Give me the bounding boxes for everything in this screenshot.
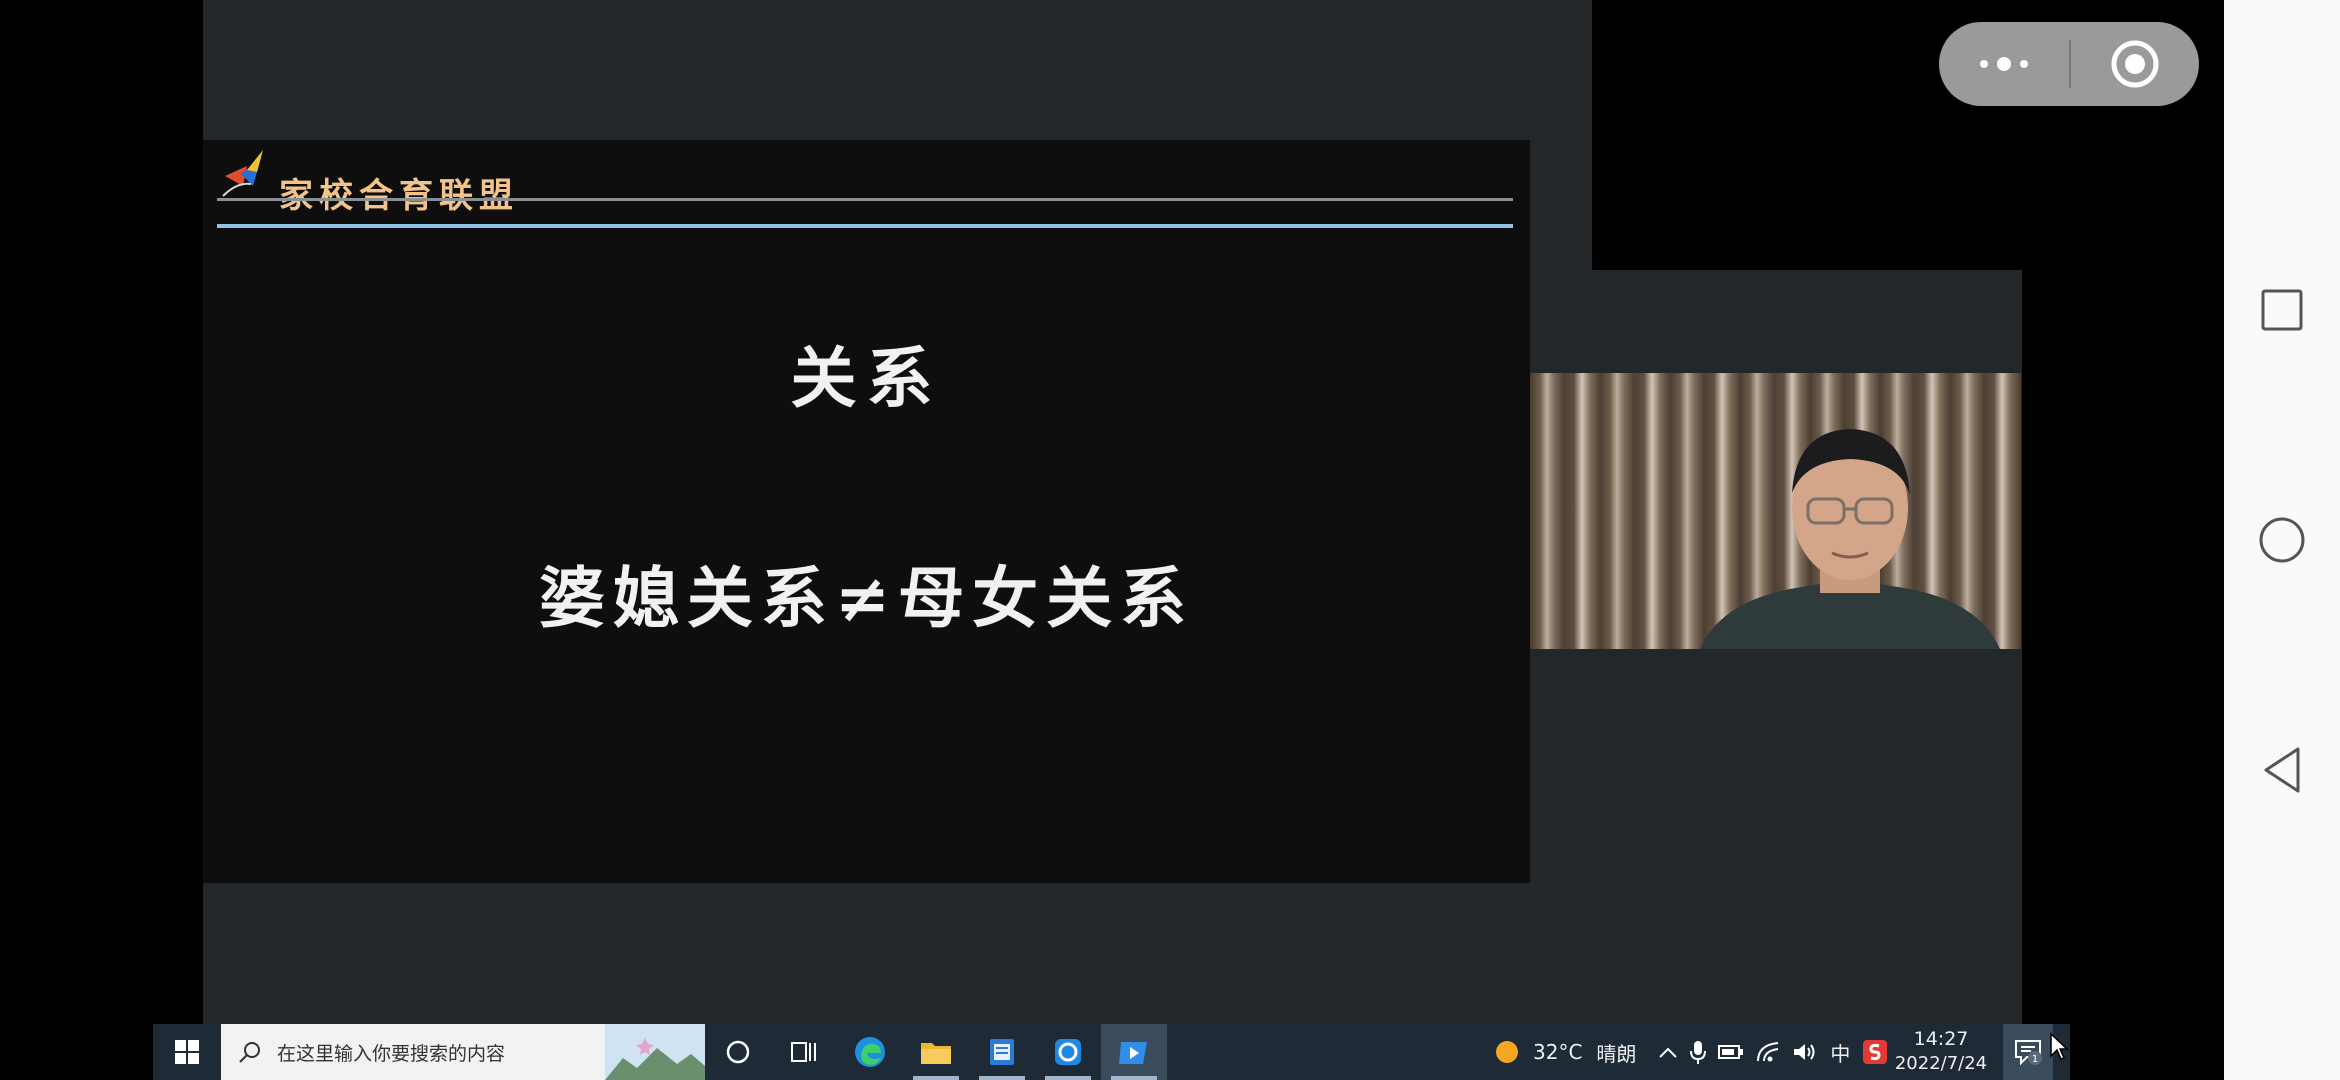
android-navigation-bar: [2224, 0, 2340, 1080]
clock-date: 2022/7/24: [1894, 1053, 1988, 1074]
slide-title: 关系: [790, 339, 943, 417]
notification-icon: 1: [2015, 1040, 2042, 1066]
system-tray: 32°C 晴朗 中: [1493, 1024, 1900, 1080]
wps-tray-button[interactable]: [1862, 1039, 1888, 1065]
search-icon: [239, 1042, 260, 1063]
notification-count: 1: [2032, 1054, 2038, 1065]
ime-label: 中: [1830, 1041, 1851, 1066]
edge-browser-icon: [855, 1037, 885, 1067]
recents-button[interactable]: [2242, 270, 2322, 350]
taskbar-search-box[interactable]: 在这里输入你要搜索的内容: [221, 1024, 705, 1080]
screen: 家校合育联盟 关系 婆媳关系≠母女关系 在这里输入你要搜索的内容 32°C 晴朗…: [0, 0, 2224, 1080]
header-rule: [217, 198, 1513, 201]
media-player-icon: [1119, 1042, 1147, 1064]
show-hidden-icons-button[interactable]: [1658, 1045, 1678, 1059]
miniprogram-capsule: [1939, 22, 2199, 106]
header-accent-rule: [217, 224, 1513, 228]
search-placeholder: 在这里输入你要搜索的内容: [277, 1042, 506, 1065]
battery-status[interactable]: [1718, 1043, 1744, 1061]
running-indicator: [1045, 1076, 1091, 1080]
taskbar-clock[interactable]: 14:27 2022/7/24: [1893, 1026, 1989, 1078]
presenter-video: [1700, 429, 2000, 649]
alliance-logo-icon: [222, 150, 263, 197]
media-player-taskbar-button[interactable]: [1101, 1024, 1167, 1080]
notepad-taskbar-button[interactable]: [969, 1024, 1035, 1080]
edge-taskbar-button[interactable]: [837, 1024, 903, 1080]
wps-icon: [1863, 1040, 1888, 1064]
webcam-feed: [1530, 373, 2021, 649]
exit-miniprogram-button[interactable]: [2071, 22, 2199, 106]
blue-app-taskbar-button[interactable]: [1035, 1024, 1101, 1080]
task-view-button[interactable]: [771, 1024, 837, 1080]
volume-status[interactable]: [1792, 1041, 1818, 1063]
slide-header-text: 家校合育联盟: [279, 176, 519, 216]
weather-widget[interactable]: 32°C 晴朗: [1493, 1038, 1636, 1067]
windows-logo-icon: [175, 1040, 199, 1064]
cortana-button[interactable]: [705, 1024, 771, 1080]
chevron-up-icon: [1659, 1047, 1678, 1058]
file-explorer-taskbar-button[interactable]: [903, 1024, 969, 1080]
task-view-icon: [791, 1042, 816, 1062]
back-button[interactable]: [2242, 730, 2322, 810]
cortana-circle-icon: [726, 1040, 750, 1064]
home-button[interactable]: [2242, 500, 2322, 580]
circle-home-icon: [2259, 517, 2305, 563]
target-circle-icon: [2111, 40, 2159, 88]
slide-subtitle: 婆媳关系≠母女关系: [538, 559, 1195, 637]
presentation-slide: 家校合育联盟 关系 婆媳关系≠母女关系: [203, 140, 1530, 883]
more-options-button[interactable]: [1939, 22, 2069, 106]
running-indicator: [1111, 1076, 1157, 1080]
mouse-cursor-icon: [2050, 1032, 2069, 1060]
sun-icon: [1496, 1041, 1518, 1063]
blue-app-icon: [1055, 1039, 1081, 1065]
network-status[interactable]: [1756, 1041, 1780, 1063]
square-recents-icon: [2261, 289, 2303, 331]
notification-center-button[interactable]: 1: [2003, 1024, 2053, 1080]
wifi-icon: [1757, 1042, 1779, 1062]
search-highlight-art-icon: [605, 1024, 705, 1080]
file-explorer-icon: [921, 1043, 951, 1064]
weather-temperature: 32°C: [1533, 1040, 1583, 1064]
running-indicator: [979, 1076, 1025, 1080]
microphone-icon: [1690, 1041, 1707, 1064]
more-dots-icon: [1980, 57, 2028, 71]
microphone-status[interactable]: [1690, 1039, 1707, 1065]
windows-taskbar: 在这里输入你要搜索的内容 32°C 晴朗 中 14:27 2022/7/24 1: [153, 1024, 2070, 1080]
speaker-icon: [1794, 1044, 1815, 1060]
battery-icon: [1718, 1045, 1744, 1059]
notepad-icon: [990, 1039, 1014, 1065]
triangle-back-icon: [2264, 747, 2300, 793]
weather-condition: 晴朗: [1596, 1041, 1637, 1066]
input-method-indicator[interactable]: 中: [1830, 1038, 1850, 1067]
running-indicator: [913, 1076, 959, 1080]
clock-time: 14:27: [1913, 1028, 1969, 1050]
start-button[interactable]: [153, 1024, 221, 1080]
